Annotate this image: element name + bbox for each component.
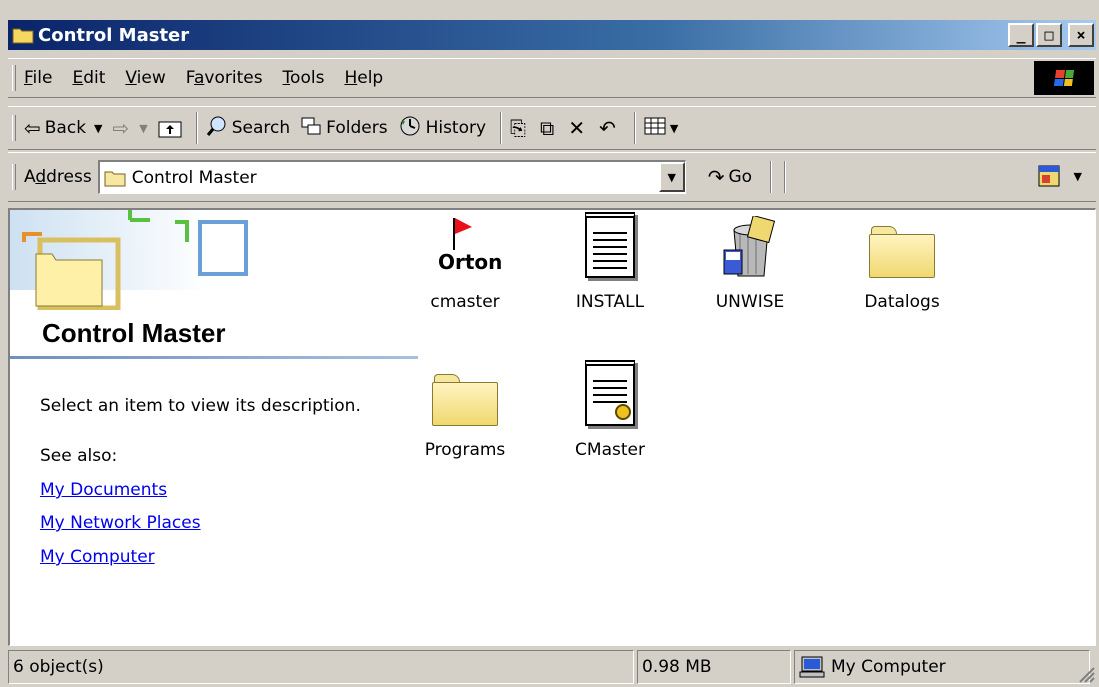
file-label: INSTALL xyxy=(575,292,645,312)
menu-help[interactable]: Help xyxy=(344,68,383,88)
window-title: Control Master xyxy=(38,24,190,46)
address-label: Address xyxy=(24,167,92,187)
links-button[interactable]: ▼ xyxy=(1038,165,1082,187)
file-label: Datalogs xyxy=(864,292,940,312)
menu-favorites[interactable]: Favorites xyxy=(186,68,263,88)
status-zone: My Computer xyxy=(794,650,1090,684)
history-button[interactable]: History xyxy=(398,115,486,142)
undo-button[interactable]: ↶ xyxy=(599,116,620,140)
folder-icon xyxy=(12,26,34,44)
file-item-programs[interactable]: Programs xyxy=(410,364,520,460)
delete-icon: ✕ xyxy=(568,116,586,140)
status-zone-label: My Computer xyxy=(831,657,946,677)
standard-toolbar: ⇦ Back ▼ ⇨ ▼ Search Folders History ⎘ ⧉ … xyxy=(8,106,1096,150)
status-bar: 6 object(s) 0.98 MB My Computer xyxy=(8,650,1096,684)
file-label: Programs xyxy=(424,440,506,460)
folder-icon xyxy=(432,374,498,426)
search-label: Search xyxy=(231,118,291,138)
history-icon xyxy=(398,115,422,142)
menu-edit[interactable]: Edit xyxy=(72,68,105,88)
file-item-datalogs[interactable]: Datalogs xyxy=(847,216,957,312)
menu-bar: File Edit View Favorites Tools Help xyxy=(8,58,1096,98)
my-computer-icon xyxy=(799,656,825,678)
links-dropdown-icon[interactable]: ▼ xyxy=(1074,170,1082,183)
text-document-icon xyxy=(585,212,635,278)
copy-to-button[interactable]: ⧉ xyxy=(540,116,558,140)
toolbar-grip[interactable] xyxy=(12,65,16,91)
forward-dropdown-icon[interactable]: ▼ xyxy=(139,122,147,135)
orton-logo-text: Orton xyxy=(438,250,503,274)
menu-file[interactable]: File xyxy=(24,68,52,88)
toolbar-grip[interactable] xyxy=(12,115,16,141)
config-document-icon xyxy=(585,360,635,426)
address-bar: Address Control Master ▼ ↷ Go ▼ xyxy=(8,152,1096,202)
resize-grip[interactable] xyxy=(1079,650,1096,684)
forward-arrow-icon: ⇨ xyxy=(112,116,130,140)
up-folder-button[interactable] xyxy=(158,118,182,138)
status-size: 0.98 MB xyxy=(637,650,791,684)
title-bar[interactable]: Control Master _ □ × xyxy=(8,20,1096,50)
panel-divider xyxy=(10,356,418,359)
back-arrow-icon: ⇦ xyxy=(24,116,41,140)
menu-view[interactable]: View xyxy=(125,68,165,88)
content-area: Control Master Select an item to view it… xyxy=(8,208,1096,646)
go-label: Go xyxy=(728,167,753,187)
forward-button[interactable]: ⇨ ▼ xyxy=(113,116,148,140)
minimize-button[interactable]: _ xyxy=(1008,23,1034,47)
folders-button[interactable]: Folders xyxy=(300,115,388,142)
views-button[interactable]: ▼ xyxy=(644,116,678,141)
address-value: Control Master xyxy=(131,167,257,188)
link-my-documents[interactable]: My Documents xyxy=(40,480,167,500)
back-dropdown-icon[interactable]: ▼ xyxy=(94,122,102,135)
panel-description: Select an item to view its description. xyxy=(40,396,361,416)
status-object-count: 6 object(s) xyxy=(8,650,634,684)
maximize-button[interactable]: □ xyxy=(1036,23,1062,47)
file-label: cmaster xyxy=(430,292,500,312)
toolbar-grip[interactable] xyxy=(12,164,16,190)
file-item-install[interactable]: INSTALL xyxy=(555,212,665,312)
views-icon xyxy=(644,116,666,141)
folders-icon xyxy=(300,115,322,142)
link-my-network-places[interactable]: My Network Places xyxy=(40,513,201,533)
go-button[interactable]: ↷ Go xyxy=(708,165,752,189)
file-item-unwise[interactable]: UNWISE xyxy=(695,216,805,312)
file-item-cmaster[interactable]: Orton cmaster xyxy=(410,216,520,312)
copy-to-icon: ⧉ xyxy=(540,116,555,140)
views-dropdown-icon[interactable]: ▼ xyxy=(670,122,678,135)
close-button[interactable]: × xyxy=(1068,23,1094,47)
windows-logo-icon xyxy=(1034,61,1094,95)
explorer-window: Control Master _ □ × File Edit View Favo… xyxy=(0,0,1099,687)
back-label: Back xyxy=(44,118,87,138)
file-label: UNWISE xyxy=(715,292,785,312)
search-button[interactable]: Search xyxy=(206,115,290,142)
go-arrow-icon: ↷ xyxy=(707,165,725,189)
links-icon xyxy=(1038,165,1060,187)
file-item-cmaster-config[interactable]: CMaster xyxy=(555,360,665,460)
address-dropdown-button[interactable]: ▼ xyxy=(658,162,685,192)
panel-title: Control Master xyxy=(42,318,226,348)
delete-button[interactable]: ✕ xyxy=(568,116,589,140)
uninstall-icon xyxy=(723,216,776,277)
file-label: CMaster xyxy=(575,440,645,460)
undo-icon: ↶ xyxy=(599,116,616,140)
back-button[interactable]: ⇦ Back ▼ xyxy=(24,116,103,140)
search-icon xyxy=(206,115,228,142)
history-label: History xyxy=(425,118,487,138)
move-to-icon: ⎘ xyxy=(510,116,527,140)
see-also-label: See also: xyxy=(40,446,118,466)
folders-label: Folders xyxy=(326,118,388,138)
folder-icon xyxy=(869,226,935,278)
up-folder-icon xyxy=(158,121,182,138)
menu-tools[interactable]: Tools xyxy=(283,68,325,88)
address-input[interactable]: Control Master ▼ xyxy=(97,160,686,194)
move-to-button[interactable]: ⎘ xyxy=(510,116,530,140)
folder-icon xyxy=(104,171,126,186)
link-my-computer[interactable]: My Computer xyxy=(40,547,155,567)
orton-flag-icon: Orton xyxy=(430,216,503,278)
